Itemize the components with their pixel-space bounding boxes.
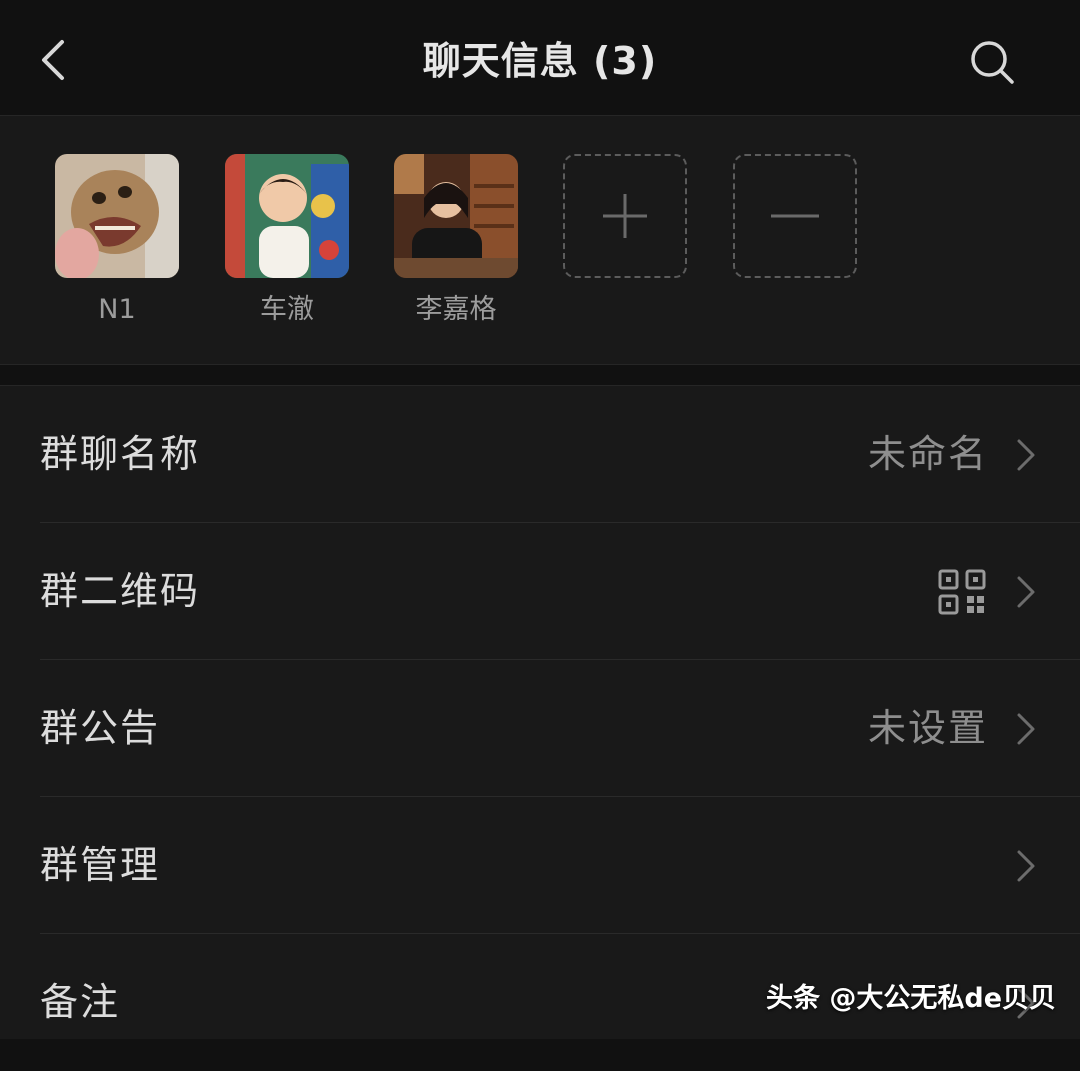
chevron-left-icon	[42, 40, 64, 80]
member-name: 车澈	[260, 294, 314, 325]
group-notice-row[interactable]: 群公告 未设置	[0, 660, 1080, 797]
page-title: 聊天信息 (3)	[422, 39, 658, 83]
back-button[interactable]	[28, 32, 84, 88]
member-item[interactable]: N1	[55, 154, 179, 330]
row-label: 群管理	[40, 843, 161, 887]
remove-member-button[interactable]	[733, 154, 857, 278]
avatar	[55, 154, 179, 278]
plus-icon	[603, 194, 647, 238]
member-item[interactable]: 车澈	[225, 154, 349, 330]
chevron-right-icon	[1017, 850, 1035, 882]
search-icon	[971, 41, 1014, 84]
settings-list: 群聊名称 未命名 群二维码 群公告 未设置 群管理 备注	[0, 386, 1080, 1039]
group-management-row[interactable]: 群管理	[0, 797, 1080, 934]
add-member-button[interactable]	[563, 154, 687, 278]
qr-code-icon	[938, 569, 986, 615]
avatar	[394, 154, 518, 278]
watermark: 头条 @大公无私de贝贝	[766, 983, 1057, 1014]
chevron-right-icon	[1017, 713, 1035, 745]
chevron-right-icon	[1017, 439, 1035, 471]
chevron-right-icon	[1017, 576, 1035, 608]
minus-icon	[771, 214, 819, 218]
group-qr-code-row[interactable]: 群二维码	[0, 523, 1080, 660]
group-name-row[interactable]: 群聊名称 未命名	[0, 386, 1080, 523]
row-value: 未设置	[867, 706, 988, 750]
member-grid: N1 车澈 李嘉格	[0, 116, 1080, 365]
member-name: N1	[98, 294, 136, 325]
row-label: 群公告	[40, 706, 161, 750]
member-item[interactable]: 李嘉格	[394, 154, 518, 330]
row-label: 群二维码	[40, 569, 201, 613]
section-gap	[0, 365, 1080, 386]
row-label: 群聊名称	[40, 432, 201, 476]
member-name: 李嘉格	[415, 294, 497, 325]
row-value: 未命名	[867, 432, 988, 476]
top-bar: 聊天信息 (3)	[0, 0, 1080, 116]
row-label: 备注	[40, 980, 121, 1024]
avatar	[225, 154, 349, 278]
search-button[interactable]	[962, 32, 1022, 92]
